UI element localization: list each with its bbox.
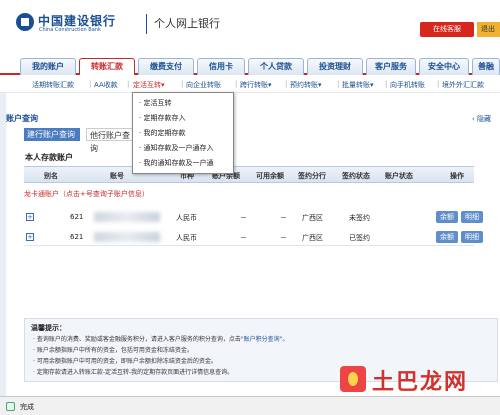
dropdown-item-label: 通知存款及一户通存入 [143, 144, 214, 152]
tab-security[interactable]: 安全中心 [419, 58, 469, 75]
table-row: + 621 人民币 － － 广西区 已签约 余额 明细 [24, 229, 483, 246]
subnav-aa-collect[interactable]: AA收款 [94, 80, 118, 90]
account-number-masked [94, 212, 160, 222]
subnav-current-transfer[interactable]: 活期转账汇款 [32, 80, 74, 90]
fixed-current-dropdown: · 定活互转 · 定期存款存入 · 我的定期存款 · 通知存款及一户通存入 · … [132, 92, 234, 174]
balance: － [240, 234, 247, 242]
tab-shanrong[interactable]: 善融 [472, 58, 500, 75]
subnav-to-mobile[interactable]: 向手机转账 [390, 80, 425, 90]
browser-status-bar: 完成 [0, 396, 500, 415]
currency: 人民币 [176, 234, 197, 242]
tip-line: · 账户余额指账户中所有的资金，包括可用资金和冻结资金。 [33, 347, 193, 354]
dropdown-item-fixed-deposit[interactable]: · 定期存款存入 [139, 113, 185, 123]
detail-button[interactable]: 明细 [461, 211, 483, 223]
subnav-scheduled[interactable]: 预约转账▾ [290, 80, 322, 90]
col-sign-status: 签约状态 [342, 172, 370, 180]
tip-line: · 定期存款请进入转账汇款-定活互转-我的定期存款页面进行详情信息查询。 [33, 369, 234, 376]
subnav-separator: | [385, 80, 388, 88]
col-account: 账号 [110, 172, 124, 180]
tab-customer-service[interactable]: 客户服务 [366, 58, 416, 75]
branch: 广西区 [302, 214, 323, 222]
tab-other-bank-query[interactable]: 他行账户查询 [86, 128, 138, 153]
col-branch: 签约分行 [298, 172, 326, 180]
points-query-link[interactable]: "账户积分查询"。 [241, 336, 289, 343]
subnav-overseas[interactable]: 境外外汇汇款 [442, 80, 484, 90]
account-number-masked [94, 232, 160, 242]
tab-credit-card[interactable]: 信用卡 [197, 58, 245, 75]
expand-icon[interactable]: + [26, 213, 34, 221]
subnav-separator: | [127, 80, 130, 88]
tab-loan[interactable]: 个人贷款 [248, 58, 304, 75]
subnav-separator: | [285, 80, 288, 88]
dropdown-item-my-fixed-deposits[interactable]: · 我的定期存款 [139, 128, 185, 138]
col-available: 可用余额 [256, 172, 284, 180]
left-sidebar-strip [0, 93, 6, 396]
subnav-separator: | [181, 80, 184, 88]
account-prefix: 621 [70, 233, 84, 241]
balance-button[interactable]: 余额 [436, 211, 458, 223]
subnav-batch[interactable]: 批量转账▾ [342, 80, 374, 90]
sign-status: 未签约 [349, 214, 370, 222]
tab-payment[interactable]: 缴费支付 [138, 58, 194, 75]
available-balance: － [280, 214, 287, 222]
sign-status: 已签约 [349, 234, 370, 242]
page-done-icon [6, 402, 15, 411]
online-service-button[interactable]: 在线客服 [420, 22, 474, 37]
dropdown-item-label: 我的定期存款 [143, 129, 186, 137]
site-title: 个人网上银行 [154, 17, 220, 30]
app-header: 中国建设银行 China Construction Bank 个人网上银行 在线… [0, 0, 500, 48]
subnav-separator: | [437, 80, 440, 88]
table-row: + 621 人民币 － － 广西区 未签约 余额 明细 [24, 209, 483, 226]
dropdown-item-my-notice-deposits[interactable]: · 我的通知存款及一户通 [139, 158, 213, 168]
dropdown-item-notice-deposit[interactable]: · 通知存款及一户通存入 [139, 143, 213, 153]
dropdown-item-label: 我的通知存款及一户通 [143, 159, 214, 167]
accounts-table-header: 别名 账号 币种 账户余额 可用余额 签约分行 签约状态 账户状态 操作 [24, 166, 474, 183]
bank-logo-icon [16, 13, 34, 31]
subnav-to-enterprise[interactable]: 向企业转账 [186, 80, 221, 90]
tab-investment[interactable]: 投资理财 [307, 58, 363, 75]
hide-link[interactable]: ‹ 隐藏 [472, 114, 491, 124]
section-title: 本人存款账户 [25, 153, 73, 162]
tip-line: · 可用余额指账户中可用的资金，即账户余额扣除冻结资金后的资金。 [33, 358, 217, 365]
status-text: 完成 [20, 403, 34, 411]
subnav-separator: | [89, 80, 92, 88]
subnav-separator: | [235, 80, 238, 88]
header-divider [146, 14, 147, 34]
col-account-status: 账户状态 [385, 172, 413, 180]
col-actions: 操作 [450, 172, 464, 180]
dropdown-item-fixed-current[interactable]: · 定活互转 [139, 98, 171, 108]
tip-line: · 查询账户的消费、奖励或客金融服务积分，请进入客户服务的积分查询，点击"账户积… [33, 334, 288, 343]
subnav-separator: | [337, 80, 340, 88]
watermark-text: 土巴龙网 [372, 369, 469, 395]
tab-my-account[interactable]: 我的账户 [20, 58, 76, 75]
col-alias: 别名 [44, 172, 58, 180]
dropdown-item-label: 定期存款存入 [143, 114, 186, 122]
sub-nav: 活期转账汇款 | AA收款 | 定活互转▾ | 向企业转账 | 跨行转账▾ | … [0, 77, 500, 93]
watermark-logo-icon [340, 366, 366, 392]
subnav-fixed-current[interactable]: 定活互转▾ [133, 80, 165, 90]
branch: 广西区 [302, 234, 323, 242]
main-tabs: 我的账户 转账汇款 缴费支付 信用卡 个人贷款 投资理财 客户服务 安全中心 善… [0, 56, 500, 75]
balance: － [240, 214, 247, 222]
tip-text: · 查询账户的消费、奖励或客金融服务积分，请进入客户服务的积分查询，点击 [33, 336, 241, 343]
subnav-interbank[interactable]: 跨行转账▾ [240, 80, 272, 90]
hide-link-label: 隐藏 [477, 115, 492, 123]
tab-ccb-account-query[interactable]: 建行账户查询 [24, 128, 80, 141]
currency: 人民币 [176, 214, 197, 222]
group-label: 龙卡通账户（点击+号查询子账户信息） [24, 190, 149, 198]
available-balance: － [280, 234, 287, 242]
panel-title: 账户查询 [6, 114, 38, 123]
dropdown-item-label: 定活互转 [143, 99, 172, 107]
tips-title: 温馨提示： [31, 324, 66, 332]
account-prefix: 621 [70, 213, 84, 221]
watermark: 土巴龙网 [336, 364, 500, 398]
bank-name-en: China Construction Bank [39, 27, 101, 33]
exit-button[interactable]: 退出 [477, 22, 500, 37]
balance-button[interactable]: 余额 [436, 231, 458, 243]
expand-icon[interactable]: + [26, 233, 34, 241]
tab-transfer[interactable]: 转账汇款 [79, 58, 135, 75]
detail-button[interactable]: 明细 [461, 231, 483, 243]
